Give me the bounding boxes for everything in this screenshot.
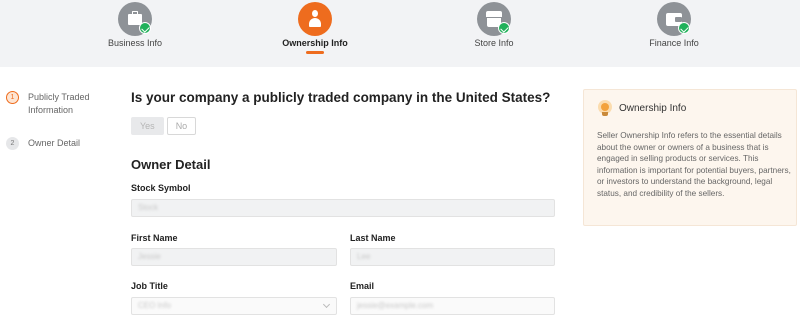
ownership-info-card: Ownership Info Seller Ownership Info ref…	[583, 89, 797, 226]
stock-symbol-value: Stock	[138, 203, 159, 212]
no-button[interactable]: No	[166, 117, 197, 135]
yes-no-toggle: Yes No	[131, 117, 555, 135]
step-label: Business Info	[107, 38, 163, 48]
job-title-label: Job Title	[131, 281, 168, 291]
section-nav: 1 Publicly Traded Information 2 Owner De…	[6, 90, 106, 176]
email-label: Email	[350, 281, 375, 291]
step-store-info[interactable]: Store Info	[434, 0, 554, 67]
email-input[interactable]: jessie@example.com	[350, 297, 555, 315]
person-icon	[298, 2, 332, 36]
last-name-label: Last Name	[350, 233, 396, 243]
first-name-input[interactable]: Jessie	[131, 248, 337, 266]
email-value: jessie@example.com	[357, 301, 434, 310]
step-business-info[interactable]: Business Info	[75, 0, 195, 67]
step-finance-info[interactable]: Finance Info	[614, 0, 734, 67]
ownership-form: Is your company a publicly traded compan…	[131, 90, 555, 172]
check-icon	[498, 22, 510, 34]
step-label: Store Info	[474, 38, 514, 48]
stock-symbol-input[interactable]: Stock	[131, 199, 555, 217]
nav-item-label: Owner Detail	[28, 138, 81, 148]
lightbulb-icon	[598, 100, 612, 118]
nav-item-label: Publicly Traded Information	[28, 92, 90, 115]
step-ownership-info[interactable]: Ownership Info	[255, 0, 375, 67]
step-label: Ownership Info	[282, 38, 348, 48]
check-icon	[678, 22, 690, 34]
first-name-label: First Name	[131, 233, 178, 243]
chevron-down-icon	[322, 300, 331, 309]
yes-button[interactable]: Yes	[131, 117, 164, 135]
nav-step-number: 2	[6, 137, 19, 150]
first-name-value: Jessie	[138, 252, 161, 261]
owner-detail-heading: Owner Detail	[131, 157, 211, 172]
step-label: Finance Info	[649, 38, 699, 48]
job-title-select[interactable]: CEO Info	[131, 297, 337, 315]
nav-item-publicly-traded[interactable]: 1 Publicly Traded Information	[6, 90, 106, 130]
nav-step-number: 1	[6, 91, 19, 104]
publicly-traded-question: Is your company a publicly traded compan…	[131, 90, 551, 105]
stock-symbol-label: Stock Symbol	[131, 183, 191, 193]
active-step-indicator	[306, 51, 324, 54]
info-card-text: Seller Ownership Info refers to the esse…	[597, 131, 791, 198]
nav-item-owner-detail[interactable]: 2 Owner Detail	[6, 136, 106, 176]
job-title-value: CEO Info	[138, 301, 171, 310]
step-progress-header: Business Info Ownership Info Store Info …	[0, 0, 800, 67]
last-name-value: Lee	[357, 252, 371, 261]
info-card-title: Ownership Info	[619, 103, 687, 114]
check-icon	[139, 22, 151, 34]
last-name-input[interactable]: Lee	[350, 248, 555, 266]
